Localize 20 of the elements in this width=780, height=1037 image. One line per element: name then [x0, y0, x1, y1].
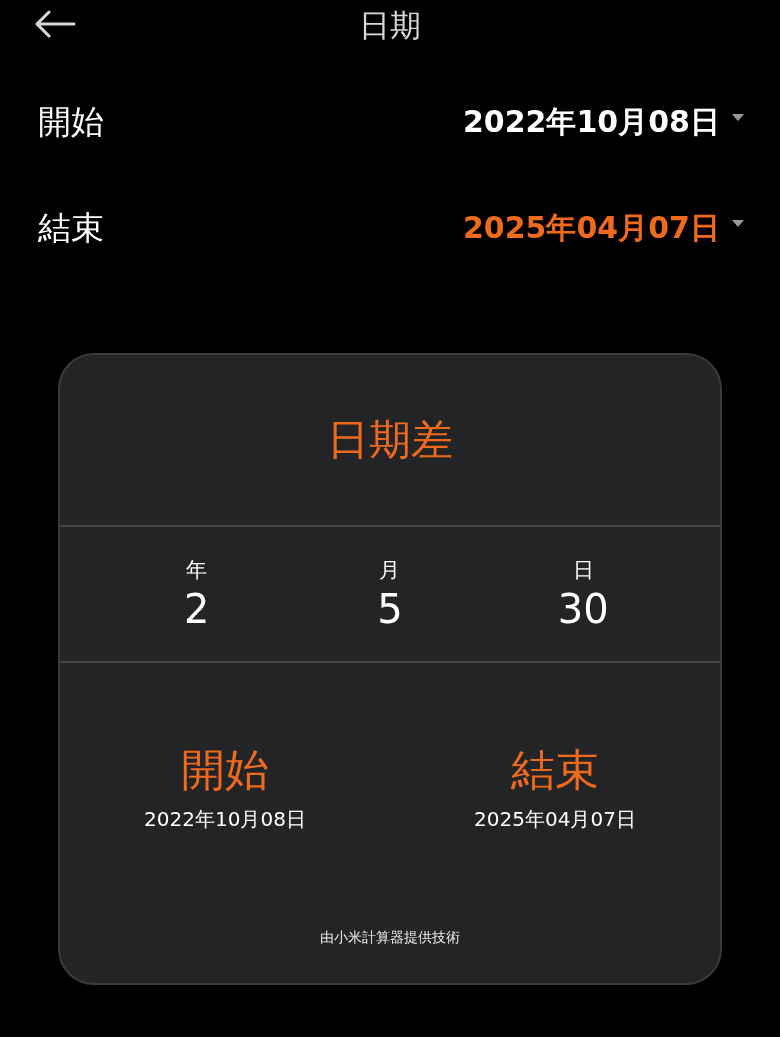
endpoint-label: 結束 — [511, 743, 599, 797]
date-picker[interactable]: 2025年04月07日 — [463, 207, 744, 249]
back-arrow-icon — [34, 10, 76, 38]
date-picker[interactable]: 2022年10月08日 — [463, 101, 744, 143]
unit-label: 年 — [186, 557, 208, 584]
caret-icon — [732, 113, 744, 121]
difference-value: 5 — [377, 586, 403, 632]
unit-label: 日 — [572, 557, 594, 584]
endpoint-date: 2022年10月08日 — [144, 806, 306, 833]
unit-label: 月 — [379, 557, 401, 584]
credit-text: 由小米計算器提供技術 — [319, 929, 461, 947]
field-label: 結束 — [38, 206, 104, 249]
result-title: 日期差 — [60, 355, 720, 527]
endpoint-date: 2025年04月07日 — [474, 806, 636, 833]
difference-value: 30 — [557, 586, 609, 632]
page-title: 日期 — [359, 6, 421, 45]
difference-value: 2 — [183, 586, 210, 632]
caret-icon — [732, 219, 744, 227]
endpoint-label: 開始 — [181, 743, 269, 797]
field-label: 開始 — [38, 100, 104, 143]
